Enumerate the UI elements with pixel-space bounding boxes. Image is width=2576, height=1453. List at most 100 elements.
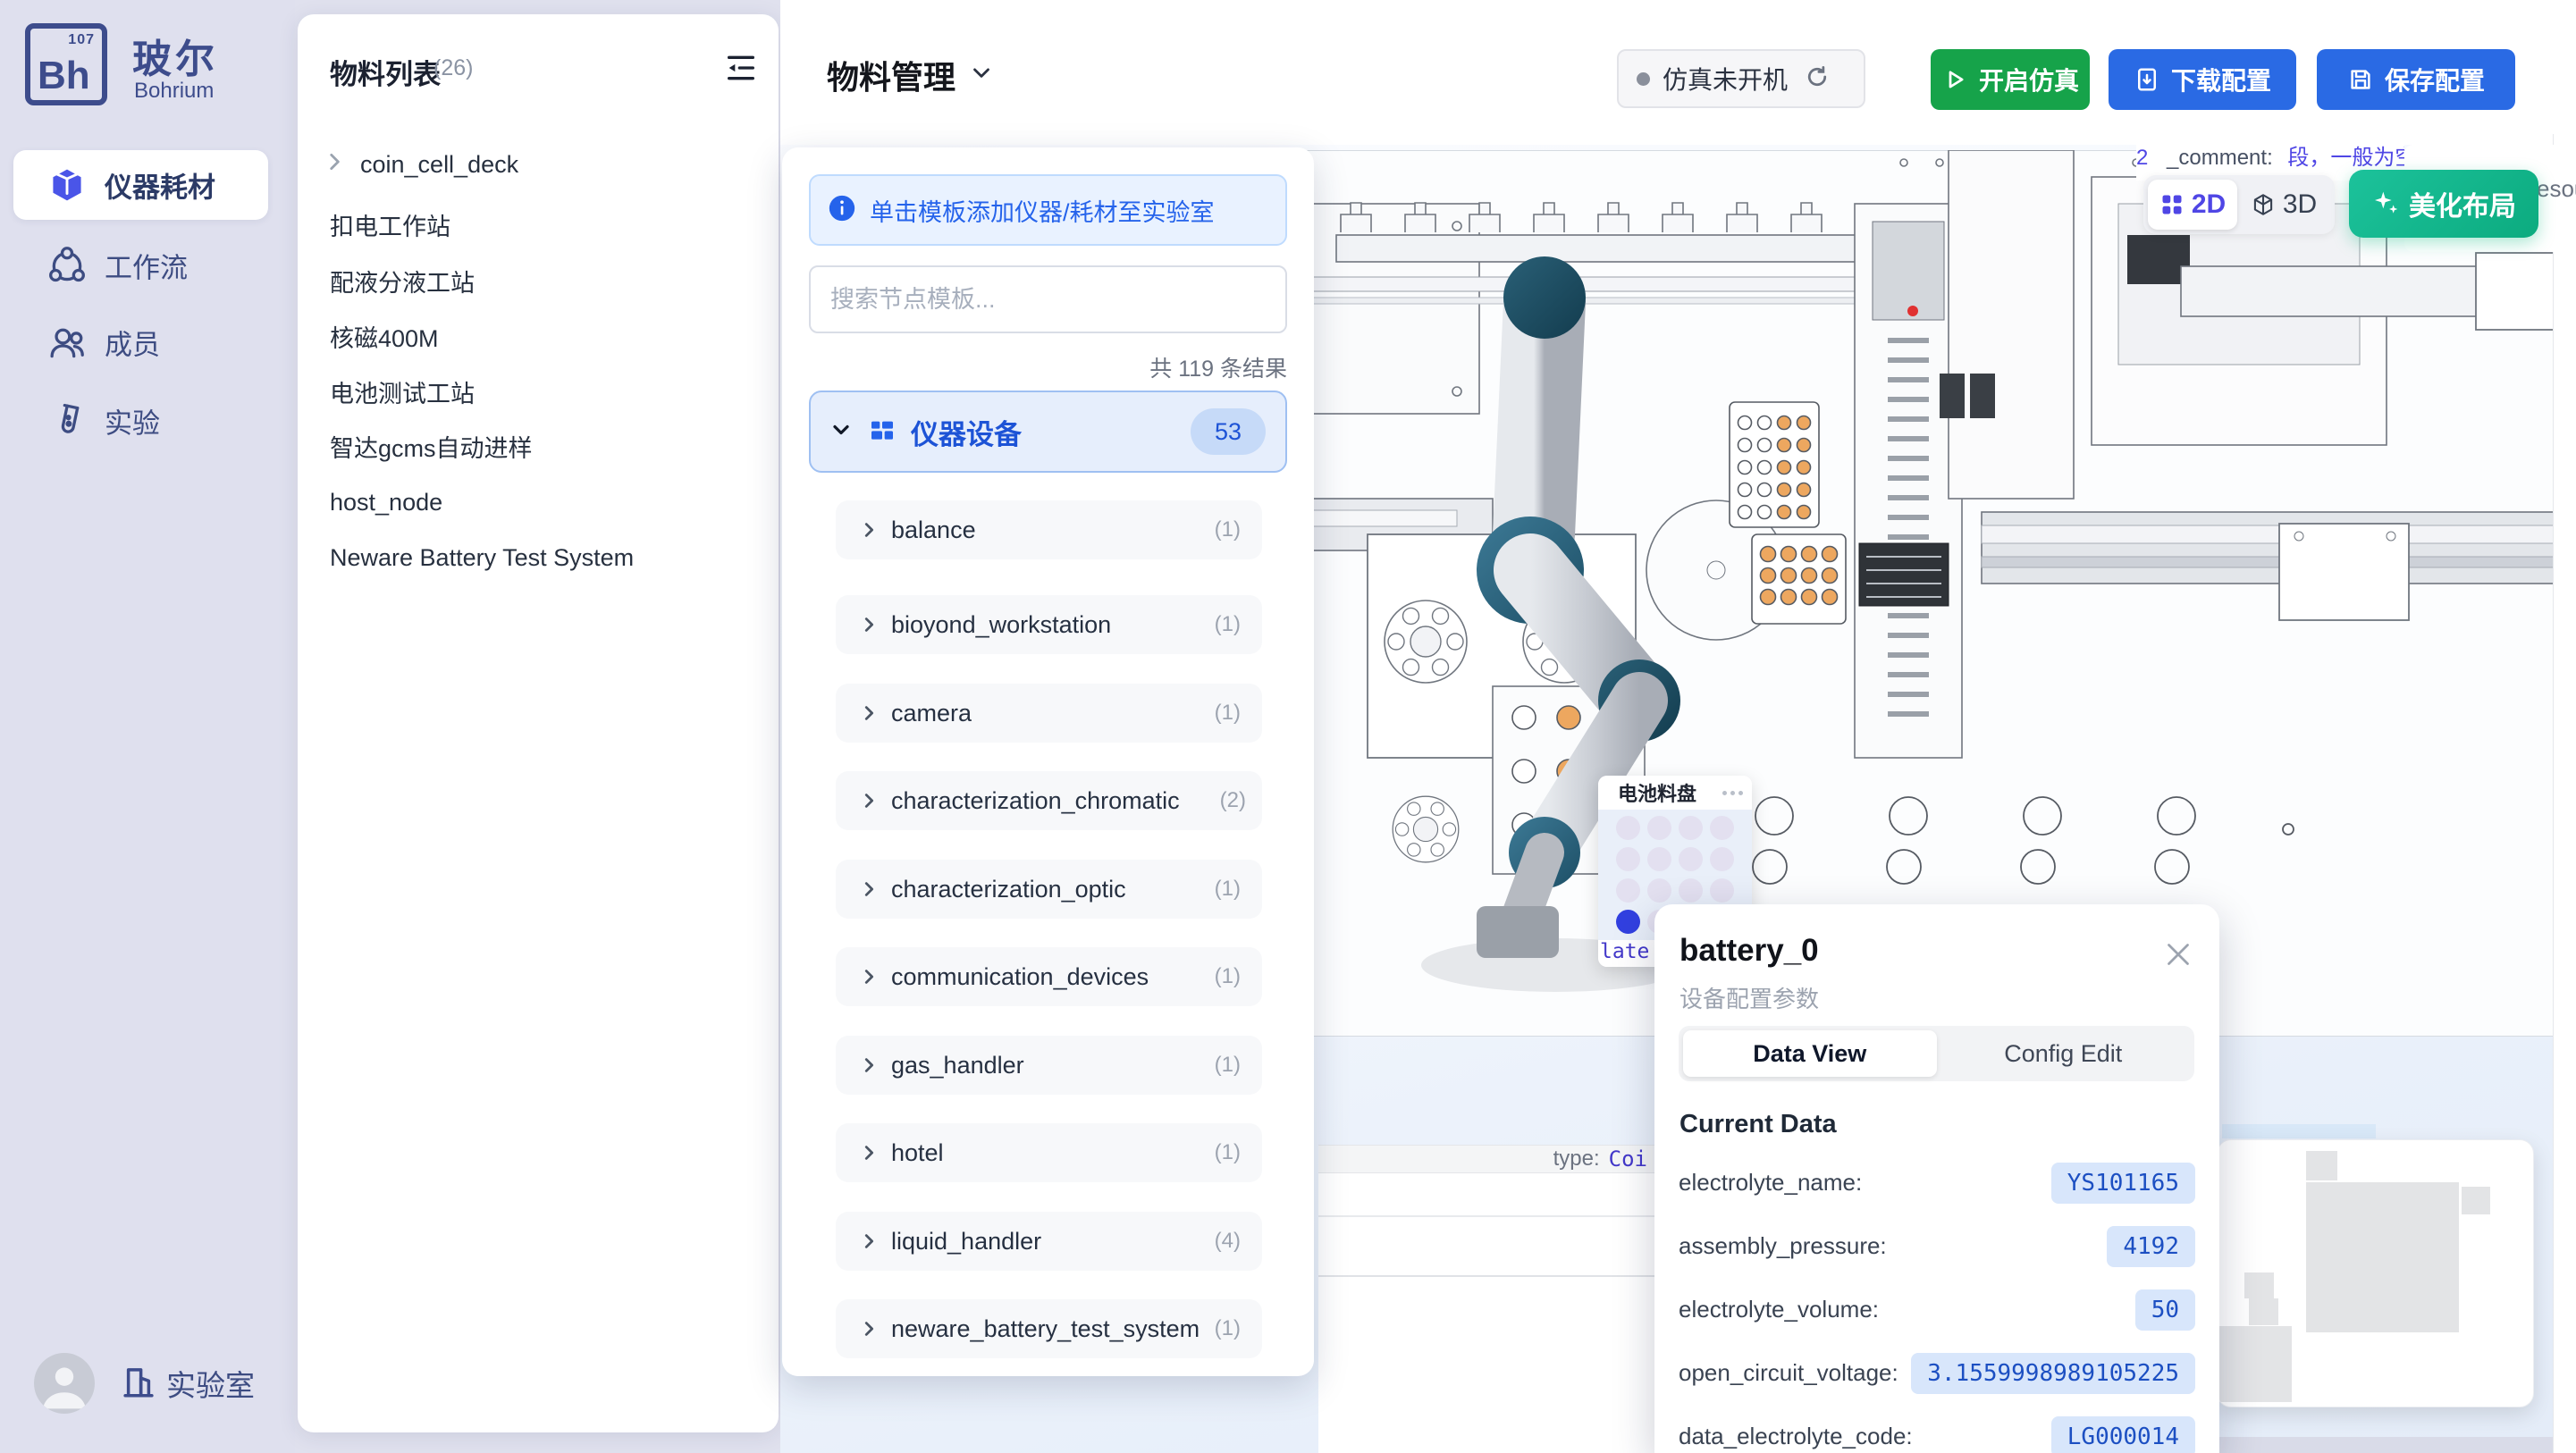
sidebar-item-members[interactable]: 成员 xyxy=(13,307,268,377)
template-item[interactable]: balance(1) xyxy=(836,500,1262,559)
tray-slot[interactable] xyxy=(1679,878,1703,903)
download-config-label: 下载配置 xyxy=(2171,62,2271,97)
category-count-badge: 53 xyxy=(1191,408,1266,455)
template-item[interactable]: hotel(1) xyxy=(836,1123,1262,1182)
template-item-label: characterization_optic xyxy=(891,876,1126,903)
chevron-right-icon xyxy=(859,1319,879,1339)
save-config-button[interactable]: 保存配置 xyxy=(2317,49,2515,110)
template-panel: 单击模板添加仪器/耗材至实验室 共 119 条结果 仪器设备 53 balanc… xyxy=(782,147,1314,1376)
sidebar-item-instruments[interactable]: 仪器耗材 xyxy=(13,150,268,220)
bottom-edge-strip xyxy=(2217,1437,2576,1453)
data-row: open_circuit_voltage: 3.1559998989105225 xyxy=(1679,1341,2195,1405)
data-row-value: YS101165 xyxy=(2051,1163,2195,1204)
beautify-layout-button[interactable]: 美化布局 xyxy=(2349,170,2538,238)
tray-title: 电池料盘 xyxy=(1618,778,1696,807)
template-item[interactable]: communication_devices(1) xyxy=(836,947,1262,1006)
tray-slot[interactable] xyxy=(1647,878,1671,903)
grid-2d-icon xyxy=(2159,192,2185,217)
beautify-label: 美化布局 xyxy=(2409,184,2516,223)
material-item[interactable]: 配液分液工站 xyxy=(330,258,761,303)
view-2d-label: 2D xyxy=(2192,189,2226,220)
template-item-label: characterization_chromatic xyxy=(891,787,1180,815)
tray-slot[interactable] xyxy=(1679,847,1703,871)
close-icon[interactable] xyxy=(2162,938,2194,970)
sidebar-item-label: 工作流 xyxy=(105,246,188,286)
chevron-down-icon xyxy=(968,56,995,94)
view-3d-button[interactable]: 3D xyxy=(2237,189,2330,220)
chevron-right-icon xyxy=(859,967,879,987)
data-row-value: 50 xyxy=(2135,1289,2195,1331)
lab-switcher[interactable]: 实验室 xyxy=(120,1362,255,1405)
sidebar-item-label: 仪器耗材 xyxy=(105,165,215,206)
sidebar-item-experiments[interactable]: 实验 xyxy=(13,386,268,456)
template-item[interactable]: characterization_optic(1) xyxy=(836,860,1262,919)
view-mode-toggle: 2D 3D xyxy=(2143,175,2335,234)
tray-slot[interactable] xyxy=(1616,847,1640,871)
tray-slot[interactable] xyxy=(1710,816,1734,840)
right-scroll-strip[interactable] xyxy=(2553,134,2576,1453)
building-icon xyxy=(120,1363,157,1405)
search-input[interactable] xyxy=(809,265,1287,333)
data-row-value: LG000014 xyxy=(2051,1416,2195,1453)
tray-header: 电池料盘 xyxy=(1598,776,1752,810)
info-banner: 单击模板添加仪器/耗材至实验室 xyxy=(809,174,1287,246)
start-simulation-button[interactable]: 开启仿真 xyxy=(1931,49,2090,110)
template-item[interactable]: bioyond_workstation(1) xyxy=(836,595,1262,654)
template-item-label: communication_devices xyxy=(891,963,1149,991)
template-item[interactable]: gas_handler(1) xyxy=(836,1036,1262,1095)
tray-slot[interactable] xyxy=(1679,816,1703,840)
chevron-right-icon xyxy=(859,791,879,810)
logo-name: 玻尔 xyxy=(132,27,218,84)
template-item-count: (1) xyxy=(1215,517,1241,542)
tray-slot[interactable] xyxy=(1710,878,1734,903)
sidebar-item-workflow[interactable]: 工作流 xyxy=(13,231,268,300)
tray-slot[interactable] xyxy=(1616,878,1640,903)
material-item[interactable]: 智达gcms自动进样 xyxy=(330,424,761,468)
download-config-button[interactable]: 下载配置 xyxy=(2109,49,2296,110)
material-item[interactable]: 核磁400M xyxy=(330,314,761,358)
sidebar-item-label: 成员 xyxy=(105,323,160,363)
material-item[interactable]: 电池测试工站 xyxy=(330,369,761,414)
template-item-count: (2) xyxy=(1220,788,1246,813)
view-2d-button[interactable]: 2D xyxy=(2148,180,2237,230)
more-menu-icon[interactable] xyxy=(1722,791,1743,795)
material-item[interactable]: Neware Battery Test System xyxy=(330,535,761,580)
material-item-label: Neware Battery Test System xyxy=(330,544,634,572)
tray-slot[interactable] xyxy=(1710,847,1734,871)
data-row-value: 3.1559998989105225 xyxy=(1911,1353,2195,1394)
data-row-label: open_circuit_voltage: xyxy=(1679,1359,1898,1387)
material-item[interactable]: 扣电工作站 xyxy=(330,202,761,247)
lab-label: 实验室 xyxy=(166,1362,255,1405)
material-item[interactable]: coin_cell_deck xyxy=(323,142,753,187)
tab-config-edit[interactable]: Config Edit xyxy=(1937,1030,2191,1077)
sparkles-icon xyxy=(2371,189,2400,218)
tray-slot[interactable] xyxy=(1647,816,1671,840)
template-item[interactable]: camera(1) xyxy=(836,684,1262,743)
minimap[interactable] xyxy=(2217,1139,2534,1407)
chevron-right-icon xyxy=(859,1055,879,1075)
page-title[interactable]: 物料管理 xyxy=(827,52,995,98)
material-list-panel: 物料列表 (26) coin_cell_deck 扣电工作站 配液分液工站 核磁… xyxy=(298,14,779,1432)
template-item[interactable]: liquid_handler(4) xyxy=(836,1212,1262,1271)
template-item[interactable]: neware_battery_test_system(1) xyxy=(836,1299,1262,1358)
simulation-status-pill[interactable]: 仿真未开机 xyxy=(1617,49,1865,108)
current-data-heading: Current Data xyxy=(1679,1110,1837,1139)
tray-slot[interactable] xyxy=(1616,816,1640,840)
data-row: assembly_pressure:4192 xyxy=(1679,1214,2195,1278)
tab-data-view[interactable]: Data View xyxy=(1683,1030,1937,1077)
info-icon xyxy=(827,193,857,228)
material-item-label: 扣电工作站 xyxy=(330,207,450,242)
material-item-label: 配液分液工站 xyxy=(330,264,475,298)
refresh-icon[interactable] xyxy=(1804,63,1831,95)
material-item[interactable]: host_node xyxy=(330,480,761,525)
category-instruments[interactable]: 仪器设备 53 xyxy=(809,391,1287,473)
material-item-label: host_node xyxy=(330,489,442,517)
info-banner-text: 单击模板添加仪器/耗材至实验室 xyxy=(870,193,1215,228)
tray-slot-selected[interactable] xyxy=(1616,910,1640,934)
popup-title: battery_0 xyxy=(1679,933,1819,969)
user-avatar[interactable] xyxy=(34,1353,95,1414)
collapse-panel-icon[interactable] xyxy=(723,50,759,86)
template-item[interactable]: characterization_chromatic (2) xyxy=(836,771,1262,830)
data-row: data_electrolyte_code:LG000014 xyxy=(1679,1405,2195,1453)
tray-slot[interactable] xyxy=(1647,847,1671,871)
